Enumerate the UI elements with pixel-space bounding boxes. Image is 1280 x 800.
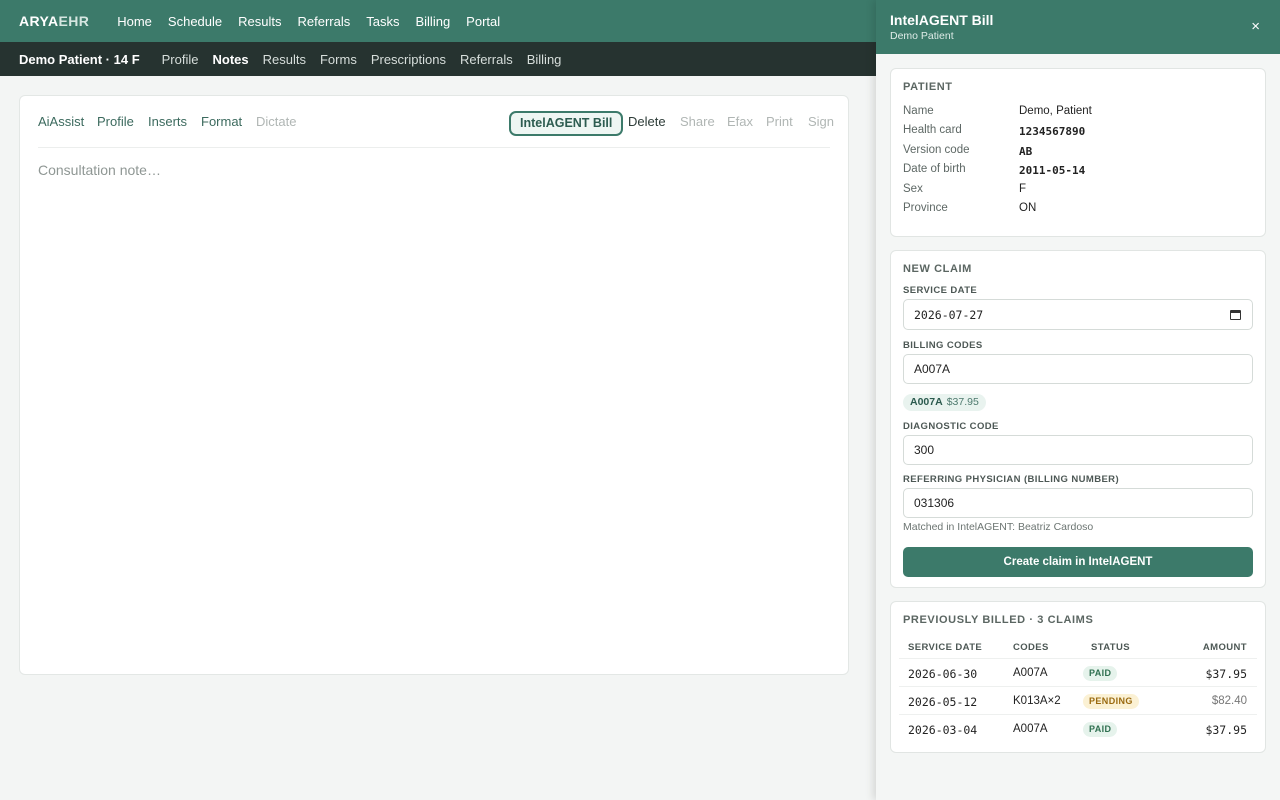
tab-notes[interactable]: Notes	[213, 52, 249, 67]
print-button[interactable]: Print	[766, 114, 793, 129]
province-label: Province	[903, 202, 948, 214]
referring-physician-label: REFERRING PHYSICIAN (BILLING NUMBER)	[903, 474, 1120, 485]
col-service-date: SERVICE DATE	[908, 642, 983, 653]
status-badge: PENDING	[1083, 694, 1139, 709]
status-badge: PAID	[1083, 666, 1118, 681]
tab-results[interactable]: Results	[263, 52, 306, 67]
province-value: ON	[1019, 202, 1037, 214]
intelagent-bill-panel: IntelAGENT Bill Demo Patient × PATIENT N…	[876, 0, 1280, 800]
service-date-input[interactable]: 2026-07-27	[903, 299, 1253, 330]
aiassist-button[interactable]: AiAssist	[38, 114, 84, 129]
close-icon[interactable]: ×	[1251, 19, 1260, 34]
nav-results[interactable]: Results	[238, 14, 281, 29]
profile-button[interactable]: Profile	[97, 114, 134, 129]
row-amount: $82.40	[1211, 695, 1247, 707]
col-amount: AMOUNT	[1202, 642, 1247, 653]
diagnostic-code-input[interactable]	[903, 435, 1253, 465]
row-date: 2026-05-12	[908, 695, 978, 709]
brand-secondary: EHR	[58, 13, 90, 29]
toolbar-divider	[38, 147, 830, 148]
version-code-value: AB	[1019, 145, 1033, 158]
diagnostic-code-label: DIAGNOSTIC CODE	[903, 421, 999, 432]
health-card-label: Health card	[903, 124, 962, 136]
tab-billing[interactable]: Billing	[527, 52, 562, 67]
nav-referrals[interactable]: Referrals	[298, 14, 351, 29]
col-status: STATUS	[1091, 642, 1130, 653]
section-title: NEW CLAIM	[903, 263, 972, 275]
intelagent-bill-button[interactable]: IntelAGENT Bill	[509, 111, 624, 136]
inserts-button[interactable]: Inserts	[148, 114, 187, 129]
dictate-button[interactable]: Dictate	[256, 114, 296, 129]
row-codes: K013A×2	[1013, 695, 1061, 707]
billing-codes-label: BILLING CODES	[903, 340, 983, 351]
name-value: Demo, Patient	[1019, 105, 1092, 117]
brand-primary: ARYA	[19, 13, 59, 29]
create-claim-button[interactable]: Create claim in IntelAGENT	[903, 547, 1253, 577]
name-label: Name	[903, 105, 934, 117]
section-title: PREVIOUSLY BILLED · 3 CLAIMS	[903, 614, 1094, 626]
delete-button[interactable]: Delete	[628, 114, 666, 129]
row-amount: $37.95	[1205, 723, 1247, 737]
chip-price: $37.95	[946, 396, 979, 408]
col-codes: CODES	[1013, 642, 1049, 653]
tab-prescriptions[interactable]: Prescriptions	[371, 52, 446, 67]
row-codes: A007A	[1013, 723, 1048, 735]
panel-title: IntelAGENT Bill	[890, 12, 994, 28]
billing-codes-input[interactable]	[903, 354, 1253, 384]
panel-subtitle: Demo Patient	[890, 30, 954, 42]
panel-header: IntelAGENT Bill Demo Patient ×	[876, 0, 1280, 54]
nav-billing[interactable]: Billing	[415, 14, 450, 29]
row-amount: $37.95	[1205, 667, 1247, 681]
table-row[interactable]: 2026-03-04 A007A PAID $37.95	[899, 714, 1257, 742]
tab-profile[interactable]: Profile	[162, 52, 199, 67]
chip-code: A007A	[910, 396, 943, 408]
nav-tasks[interactable]: Tasks	[366, 14, 399, 29]
billing-code-chip[interactable]: A007A $37.95	[903, 394, 986, 411]
section-title: PATIENT	[903, 81, 953, 93]
health-card-value: 1234567890	[1019, 125, 1086, 138]
table-row[interactable]: 2026-06-30 A007A PAID $37.95	[899, 658, 1257, 686]
format-button[interactable]: Format	[201, 114, 242, 129]
efax-button[interactable]: Efax	[727, 114, 753, 129]
consultation-note-input[interactable]	[38, 162, 828, 642]
nav-home[interactable]: Home	[117, 14, 152, 29]
service-date-value: 2026-07-27	[914, 308, 984, 322]
patient-name: Demo Patient · 14 F	[19, 51, 140, 67]
sex-label: Sex	[903, 183, 923, 195]
new-claim-section: NEW CLAIM SERVICE DATE 2026-07-27 BILLIN…	[890, 250, 1266, 588]
calendar-icon[interactable]	[1230, 310, 1241, 320]
sign-button[interactable]: Sign	[808, 114, 834, 129]
brand-logo[interactable]: ARYAEHR	[19, 13, 89, 29]
dob-label: Date of birth	[903, 163, 966, 175]
tab-forms[interactable]: Forms	[320, 52, 357, 67]
match-note: Matched in IntelAGENT: Beatriz Cardoso	[903, 521, 1094, 533]
share-button[interactable]: Share	[680, 114, 715, 129]
row-date: 2026-06-30	[908, 667, 978, 681]
referring-physician-input[interactable]	[903, 488, 1253, 518]
version-code-label: Version code	[903, 144, 970, 156]
previously-billed-section: PREVIOUSLY BILLED · 3 CLAIMS SERVICE DAT…	[890, 601, 1266, 753]
note-toolbar: AiAssist Profile Inserts Format Dictate …	[20, 96, 848, 148]
nav-schedule[interactable]: Schedule	[168, 14, 222, 29]
nav-portal[interactable]: Portal	[466, 14, 500, 29]
patient-section: PATIENT Name Demo, Patient Health card 1…	[890, 68, 1266, 237]
service-date-label: SERVICE DATE	[903, 285, 978, 296]
tab-referrals[interactable]: Referrals	[460, 52, 513, 67]
row-date: 2026-03-04	[908, 723, 978, 737]
dob-value: 2011-05-14	[1019, 164, 1086, 177]
table-row[interactable]: 2026-05-12 K013A×2 PENDING $82.40	[899, 686, 1257, 714]
status-badge: PAID	[1083, 722, 1118, 737]
sex-value: F	[1019, 183, 1027, 195]
row-codes: A007A	[1013, 667, 1048, 679]
note-card: AiAssist Profile Inserts Format Dictate …	[19, 95, 849, 675]
